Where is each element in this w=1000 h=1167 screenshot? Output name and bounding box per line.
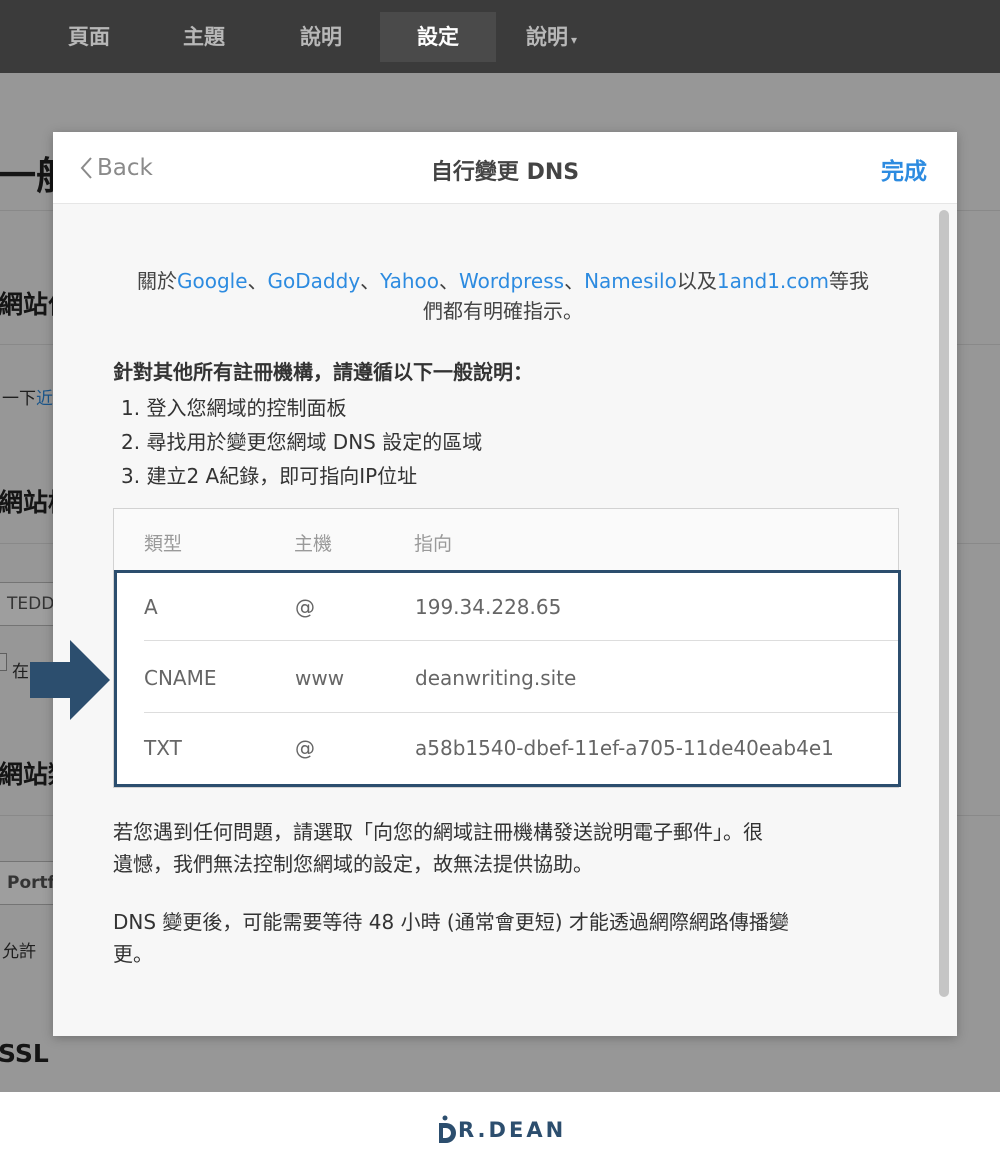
help-text: 若您遇到任何問題，請選取「向您的網域註冊機構發送說明電子郵件」。很 遺憾，我們無… [113,816,893,880]
intro-separator: 、 [247,269,268,293]
intro-separator: 、 [439,269,460,293]
intro-separator: 、 [564,269,585,293]
dns-records-table: 類型 主機 指向 A @ 199.34.228.65 CNAME www dea… [113,508,901,788]
dr-dean-logo: R.DEAN [436,1114,566,1146]
step-1: 1. 登入您網域的控制面板 [121,396,347,420]
top-nav-bar: 頁面 主題 說明 設定 說明 ▾ [0,0,1000,73]
nav-item-settings[interactable]: 設定 [380,12,496,62]
step-3: 3. 建立2 A紀錄，即可指向IP位址 [121,464,418,488]
instructions-title: 針對其他所有註冊機構，請遵循以下一般說明： [113,360,533,384]
link-godaddy[interactable]: GoDaddy [268,269,361,293]
nav-item-pages[interactable]: 頁面 [60,12,118,62]
done-button[interactable]: 完成 [881,152,927,186]
link-wordpress[interactable]: Wordpress [459,269,564,293]
cell-type: A [144,595,158,619]
link-yahoo[interactable]: Yahoo [380,269,439,293]
cell-type: CNAME [144,666,217,690]
modal-header: Back 自行變更 DNS 完成 [53,132,957,204]
intro-separator: 、 [360,269,381,293]
step-2: 2. 尋找用於變更您網域 DNS 設定的區域 [121,430,483,454]
chevron-down-icon: ▾ [571,33,578,47]
row-divider [144,712,898,713]
propagation-line2: 更。 [113,942,153,966]
col-header-points-to: 指向 [414,533,453,555]
d-logo-icon [439,1115,456,1143]
help-text-line1: 若您遇到任何問題，請選取「向您的網域註冊機構發送說明電子郵件」。很 [113,820,763,844]
cell-points-to: a58b1540-dbef-11ef-a705-11de40eab4e1 [415,736,834,760]
link-namesilo[interactable]: Namesilo [584,269,677,293]
screenshot-stage: 頁面 主題 說明 設定 說明 ▾ 一般 網站位 一下近 網站標 TEDD 在 網站… [0,0,1000,1092]
cell-points-to: 199.34.228.65 [415,595,562,619]
col-header-host: 主機 [294,533,333,555]
propagation-text: DNS 變更後，可能需要等待 48 小時 (通常會更短) 才能透過網際網路傳播變… [113,906,893,970]
registrar-intro: 關於Google、GoDaddy、Yahoo、Wordpress、Namesil… [103,266,903,326]
intro-prefix: 關於 [137,269,177,293]
help-text-line2: 遺憾，我們無法控制您網域的設定，故無法提供協助。 [113,852,593,876]
intro-between: 以及 [676,269,717,293]
modal-title: 自行變更 DNS [430,160,580,185]
cell-host: @ [295,736,315,760]
intro-suffix: 等我 [829,269,869,293]
nav-item-help-dropdown[interactable]: 說明 ▾ [526,12,596,62]
cell-host: @ [295,595,315,619]
intro-line2: 們都有明確指示。 [423,299,583,323]
modal-body: 關於Google、GoDaddy、Yahoo、Wordpress、Namesil… [53,204,957,1036]
footer: R.DEAN [0,1092,1000,1167]
row-divider [144,640,898,641]
link-google[interactable]: Google [177,269,248,293]
nav-item-themes[interactable]: 主題 [175,12,233,62]
cell-host: www [295,666,345,690]
col-header-type: 類型 [144,533,183,555]
callout-arrow-icon [30,640,110,720]
highlighted-records: A @ 199.34.228.65 CNAME www deanwriting.… [114,570,901,787]
cell-type: TXT [144,736,182,760]
logo-text: R.DEAN [458,1118,567,1142]
nav-item-help-label: 說明 [526,25,568,49]
nav-item-help-1[interactable]: 說明 [292,12,350,62]
cell-points-to: deanwriting.site [415,666,577,690]
propagation-line1: DNS 變更後，可能需要等待 48 小時 (通常會更短) 才能透過網際網路傳播變 [113,910,789,934]
link-1and1[interactable]: 1and1.com [717,269,829,293]
dns-modal: Back 自行變更 DNS 完成 關於Google、GoDaddy、Yahoo、… [53,132,957,1036]
